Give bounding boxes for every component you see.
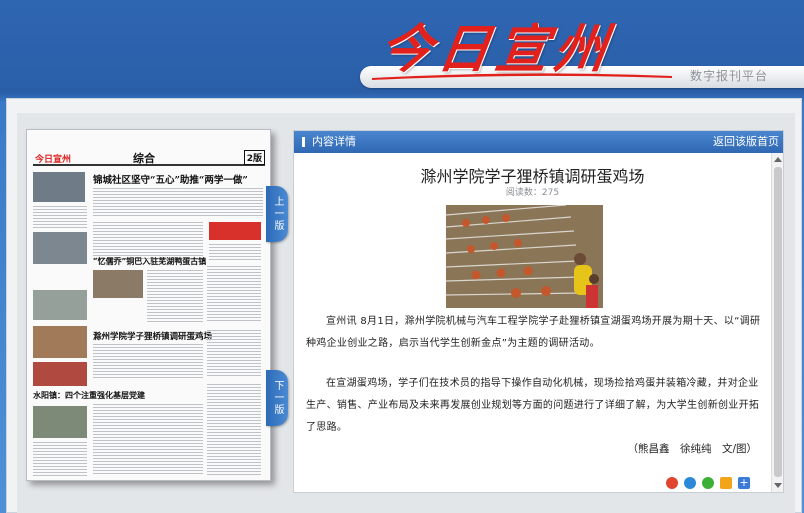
weibo-icon[interactable] xyxy=(666,477,678,489)
platform-label: 数字报刊平台 xyxy=(690,69,769,83)
news-text-block[interactable] xyxy=(33,206,87,230)
content-panel-header: 内容详情 返回该版首页 xyxy=(294,131,783,153)
next-page-button[interactable]: 下一版 xyxy=(266,370,288,426)
scroll-up-icon[interactable] xyxy=(774,157,782,162)
news-text-block[interactable] xyxy=(93,188,263,218)
article-paragraph-1: 宣州讯 8月1日，滁州学院机械与汽车工程学院学子赴狸桥镇宣湖蛋鸡场开展为期十天、… xyxy=(306,316,761,349)
henhouse-photo-icon xyxy=(446,205,603,308)
article-photo xyxy=(446,205,603,308)
news-photo[interactable] xyxy=(33,172,85,202)
next-page-label: 下一版 xyxy=(272,380,283,416)
news-text-block[interactable] xyxy=(207,330,261,378)
news-photo[interactable] xyxy=(33,326,87,358)
qzone-icon[interactable] xyxy=(684,477,696,489)
news-text-block[interactable] xyxy=(209,244,261,260)
prev-page-button[interactable]: 上一版 xyxy=(266,186,288,242)
news-text-block[interactable] xyxy=(147,270,203,322)
scroll-thumb[interactable] xyxy=(774,167,782,477)
back-to-page-link[interactable]: 返回该版首页 xyxy=(713,131,779,153)
scroll-down-icon[interactable] xyxy=(774,483,782,488)
newspaper-page-number: 2版 xyxy=(243,150,265,165)
newspaper-section: 综合 xyxy=(133,152,155,165)
content-panel: 内容详情 返回该版首页 滁州学院学子狸桥镇调研蛋鸡场 阅读数：275 宣州讯 8… xyxy=(293,130,784,493)
content-panel-title: 内容详情 xyxy=(312,135,356,148)
news-photo[interactable] xyxy=(33,362,87,386)
advert-banner[interactable] xyxy=(209,222,261,240)
share-bar: + xyxy=(666,475,758,491)
headline-3[interactable]: 滁州学院学子狸桥镇调研蛋鸡场 xyxy=(93,330,212,342)
headline-1[interactable]: 锦城社区坚守“五心”助推“两学一做” xyxy=(93,172,248,186)
news-photo[interactable] xyxy=(33,406,87,438)
news-text-block[interactable] xyxy=(93,344,203,380)
article-author: （熊昌鑫 徐纯纯 文/图） xyxy=(627,443,757,455)
headline-2[interactable]: “忆儒乔”铜巴入驻芜湖鸭蛋古镇 xyxy=(93,256,206,267)
newspaper-logo: 今日宣州 xyxy=(35,155,72,165)
news-text-block[interactable] xyxy=(33,442,87,476)
news-text-block[interactable] xyxy=(93,404,203,476)
prev-page-label: 上一版 xyxy=(272,196,283,232)
headline-4[interactable]: 水阳镇：四个注重强化基层党建 xyxy=(33,390,145,401)
plus-icon[interactable]: + xyxy=(738,477,750,489)
news-text-block[interactable] xyxy=(207,384,261,476)
header-marker xyxy=(302,137,305,147)
news-text-block[interactable] xyxy=(207,266,261,322)
star-icon[interactable] xyxy=(720,477,732,489)
article-paragraph-2: 在宣湖蛋鸡场，学子们在技术员的指导下操作自动化机械，现场捡拾鸡蛋并装箱冷藏，并对… xyxy=(306,378,760,433)
news-photo[interactable] xyxy=(93,270,143,298)
news-photo[interactable] xyxy=(33,232,87,264)
site-header: 今日宣州 数字报刊平台 xyxy=(0,0,804,92)
newspaper-masthead: 今日宣州 综合 2版 xyxy=(33,136,265,166)
content-scrollbar[interactable] xyxy=(771,153,783,492)
news-photo[interactable] xyxy=(33,290,87,320)
site-logo[interactable]: 今日宣州 xyxy=(376,18,625,82)
wechat-icon[interactable] xyxy=(702,477,714,489)
newspaper-page[interactable]: 今日宣州 综合 2版 锦城社区坚守“五心”助推“两学一做” “忆儒乔”铜巴入驻芜… xyxy=(26,129,271,481)
news-text-block[interactable] xyxy=(93,222,203,260)
article-read-count: 阅读数：275 xyxy=(505,188,560,198)
article-title: 滁州学院学子狸桥镇调研蛋鸡场 xyxy=(420,167,645,186)
